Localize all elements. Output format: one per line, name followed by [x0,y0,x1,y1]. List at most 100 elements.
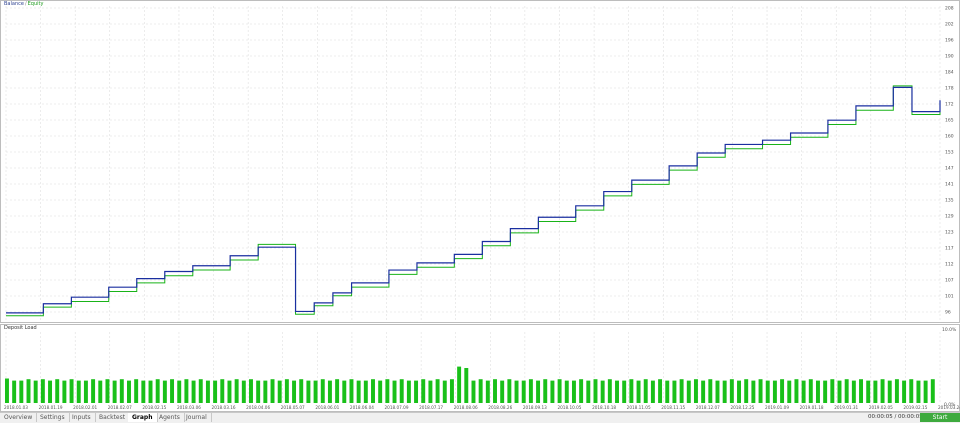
load-bar [643,379,648,403]
load-bar [33,380,38,403]
x-tick-label: 2018.12.07 [696,405,720,410]
legend-equity: Equity [27,1,44,7]
load-bar [837,380,842,403]
start-button[interactable]: Start [920,413,960,422]
load-bar [636,380,641,403]
tab-overview[interactable]: Overview [0,413,38,422]
load-bar [12,380,17,403]
load-bar [335,379,340,403]
tab-settings[interactable]: Settings [36,413,70,422]
load-bar [299,379,304,403]
tab-agents[interactable]: Agents [155,413,185,422]
load-bar [198,379,203,403]
tab-journal[interactable]: Journal [182,413,212,422]
load-bar [686,380,691,403]
load-bar [371,379,375,403]
y-tick-label: 178 [945,86,954,92]
y-axis-ticks: 96 101 107 112 117 123 129 135 141 147 153 160 165 17… [942,6,957,409]
load-bar [866,380,871,403]
load-bar [478,379,483,403]
load-bar [751,380,756,403]
y-tick-label: 153 [945,150,954,156]
load-bar [435,379,440,403]
load-bar [256,380,261,403]
x-tick-label: 2018.07.17 [419,405,443,410]
x-tick-label: 2018.10.18 [592,405,616,410]
x-tick-label: 2019.01.18 [800,405,824,410]
backtest-chart: 96 101 107 112 117 123 129 135 141 147 153 160 165 17… [0,0,960,412]
load-bar [550,380,555,403]
load-bar [356,380,361,403]
deposit-load-title: Deposit Load [4,325,37,331]
load-bar [557,379,562,403]
load-bar [313,380,318,403]
load-bar [5,378,9,403]
x-tick-label: 2018.08.26 [488,405,512,410]
balance-equity-lines [6,85,941,317]
load-bar [363,380,368,403]
load-bar [887,380,892,403]
load-bar [787,380,792,403]
load-bar [780,379,785,403]
load-bar [737,380,741,403]
load-bar [571,380,576,403]
main-grid [0,0,960,323]
load-bar [83,380,88,403]
tab-graph[interactable]: Graph [128,413,158,422]
load-bar [213,380,218,403]
load-bar [744,379,749,403]
load-bar [399,379,404,403]
x-tick-label: 2018.06.04 [350,405,374,410]
y-tick-label: 184 [945,70,954,76]
y-tick-label: 190 [945,54,954,60]
tab-inputs[interactable]: Inputs [68,413,96,422]
load-bar [859,379,864,403]
load-bar [823,380,828,403]
load-bar [449,379,454,403]
x-tick-label: 2019.01.31 [834,405,858,410]
load-bar [851,380,856,403]
load-bar [808,379,813,403]
load-bar [98,380,103,403]
load-bar [342,380,347,403]
load-bar [40,379,45,403]
load-bar [765,380,770,403]
load-bar [528,379,533,403]
legend-balance: Balance [4,1,24,7]
load-bar [263,380,268,403]
x-tick-label: 2018.01.03 [4,405,28,410]
load-bar [672,380,677,403]
x-tick-label: 2018.02.01 [73,405,97,410]
load-bar [507,379,512,403]
legend-separator: / [24,1,27,7]
load-bar [658,379,663,403]
y-tick-label: 135 [945,198,954,204]
load-bar [162,380,167,403]
x-tick-label: 2018.05.07 [281,405,305,410]
load-bar [177,380,182,403]
load-bar [665,380,670,403]
load-bar [729,379,734,403]
load-bar [485,380,490,403]
load-bar [284,379,289,403]
load-bar [579,379,584,403]
load-bar [442,380,447,403]
tab-backtest[interactable]: Backtest [95,413,131,422]
load-bar [62,380,67,403]
load-bar [586,380,591,403]
load-bar [930,379,935,403]
load-bar [134,379,139,403]
load-bar [650,380,655,403]
load-bar [873,380,878,403]
load-bar [55,379,60,403]
load-bar [91,379,96,403]
load-bar [421,379,426,403]
x-tick-label: 2018.04.06 [246,405,270,410]
y-tick-label: 165 [945,118,954,124]
load-bar [622,380,627,403]
load-bar [227,380,232,403]
load-bar [536,380,541,403]
load-bar [909,379,914,403]
load-bar [48,380,53,403]
load-bar [270,379,275,403]
